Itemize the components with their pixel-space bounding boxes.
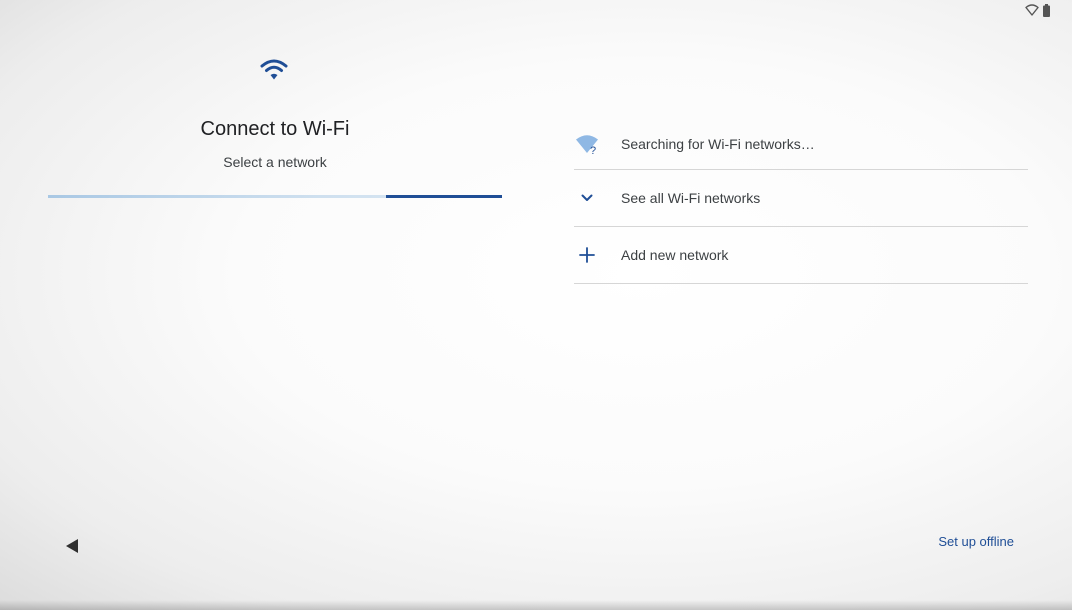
back-button[interactable] <box>62 538 82 558</box>
setup-screen: Connect to Wi-Fi Select a network ? Sear… <box>0 0 1072 610</box>
plus-icon <box>574 242 600 268</box>
wifi-outline-icon <box>1025 4 1039 16</box>
battery-icon <box>1043 3 1050 17</box>
see-all-networks-row[interactable]: See all Wi-Fi networks <box>574 170 1028 227</box>
page-subtitle: Select a network <box>223 154 327 170</box>
svg-text:?: ? <box>590 145 596 155</box>
set-up-offline-link[interactable]: Set up offline <box>938 534 1014 549</box>
searching-networks-row[interactable]: ? Searching for Wi-Fi networks… <box>574 118 1028 170</box>
back-triangle-icon <box>65 538 79 559</box>
wifi-icon <box>259 56 289 82</box>
progress-bar-indicator <box>386 195 502 198</box>
chevron-down-icon <box>574 185 600 211</box>
wifi-unknown-icon: ? <box>574 131 600 157</box>
progress-bar <box>48 195 502 198</box>
bottom-shadow <box>0 600 1072 610</box>
status-bar <box>1025 2 1050 18</box>
network-list: ? Searching for Wi-Fi networks… See all … <box>574 118 1028 284</box>
add-network-row[interactable]: Add new network <box>574 227 1028 284</box>
page-title: Connect to Wi-Fi <box>200 118 350 140</box>
setup-header-panel: Connect to Wi-Fi Select a network <box>48 50 502 210</box>
searching-networks-label: Searching for Wi-Fi networks… <box>621 135 815 152</box>
add-network-label: Add new network <box>621 247 729 263</box>
see-all-networks-label: See all Wi-Fi networks <box>621 190 761 206</box>
